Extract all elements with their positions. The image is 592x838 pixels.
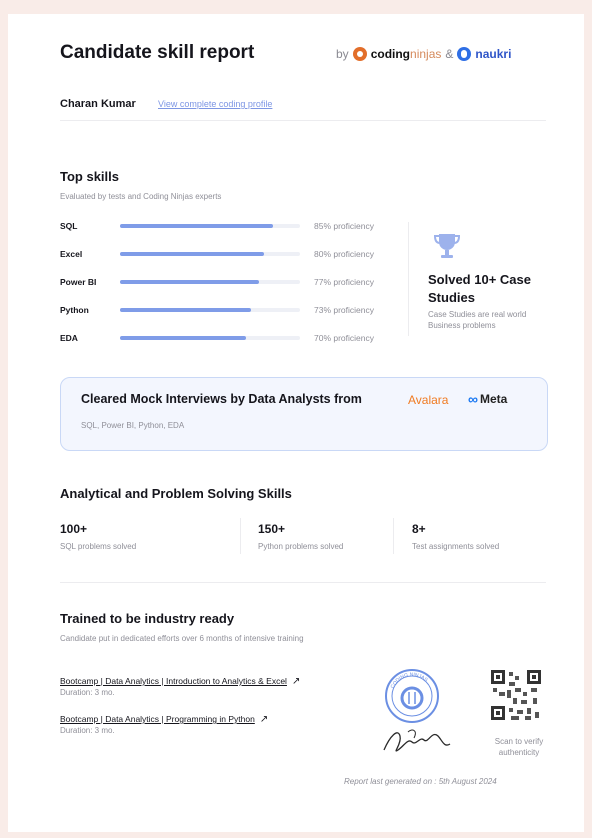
stat-label: Python problems solved xyxy=(258,542,344,551)
stat-label: SQL problems solved xyxy=(60,542,137,551)
divider xyxy=(393,518,394,554)
coding-profile-link[interactable]: View complete coding profile xyxy=(158,99,272,109)
trophy-icon xyxy=(432,230,462,265)
skill-name: SQL xyxy=(60,221,78,231)
naukri-logo-icon xyxy=(457,47,472,61)
case-studies-subtitle: Case Studies are real world Business pro… xyxy=(428,310,527,330)
top-skills-subtitle: Evaluated by tests and Coding Ninjas exp… xyxy=(60,192,222,201)
by-text: by xyxy=(336,47,349,61)
proficiency-label: 70% proficiency xyxy=(314,333,375,343)
mock-interviews-card: Cleared Mock Interviews by Data Analysts… xyxy=(60,377,548,451)
skill-name: Power BI xyxy=(60,277,97,287)
proficiency-label: 85% proficiency xyxy=(314,221,375,231)
proficiency-bar-fill xyxy=(120,280,259,284)
course-link[interactable]: Bootcamp | Data Analytics | Introduction… xyxy=(60,676,287,686)
stat-value: 150+ xyxy=(258,522,286,536)
divider xyxy=(60,582,546,583)
course-link[interactable]: Bootcamp | Data Analytics | Programming … xyxy=(60,714,255,724)
proficiency-bar xyxy=(120,224,300,228)
skill-row: SQL 85% proficiency xyxy=(60,219,400,233)
proficiency-bar-fill xyxy=(120,252,264,256)
proficiency-label: 77% proficiency xyxy=(314,277,375,287)
mock-interviews-title: Cleared Mock Interviews by Data Analysts… xyxy=(81,392,362,406)
external-link-icon[interactable]: ↗ xyxy=(292,676,300,687)
brand-logos: by codingninjas & naukri xyxy=(336,47,511,61)
proficiency-bar-fill xyxy=(120,224,273,228)
course-item: Bootcamp | Data Analytics | Programming … xyxy=(60,709,268,727)
divider xyxy=(240,518,241,554)
meta-wordmark: Meta xyxy=(479,392,508,406)
skill-name: EDA xyxy=(60,333,78,343)
stat-value: 8+ xyxy=(412,522,426,536)
course-duration: Duration: 3 mo. xyxy=(60,726,115,735)
skill-name: Excel xyxy=(60,249,83,259)
proficiency-bar xyxy=(120,308,300,312)
report-generated-date: Report last generated on : 5th August 20… xyxy=(344,777,497,786)
proficiency-label: 73% proficiency xyxy=(314,305,375,315)
proficiency-bar xyxy=(120,252,300,256)
analytical-title: Analytical and Problem Solving Skills xyxy=(60,486,292,501)
avalara-logo: Avalara xyxy=(408,393,449,407)
stat-label: Test assignments solved xyxy=(412,542,500,551)
qr-code[interactable] xyxy=(491,670,541,720)
stat-value: 100+ xyxy=(60,522,88,536)
proficiency-label: 80% proficiency xyxy=(314,249,375,259)
skill-row: Power BI 77% proficiency xyxy=(60,275,400,289)
page-title: Candidate skill report xyxy=(60,42,255,63)
coding-ninjas-logo-icon xyxy=(352,47,367,61)
skill-row: Excel 80% proficiency xyxy=(60,247,400,261)
mock-interviews-subtitle: SQL, Power BI, Python, EDA xyxy=(81,421,185,430)
meta-logo: ∞ Meta xyxy=(468,391,507,407)
skill-row: Python 73% proficiency xyxy=(60,303,400,317)
case-studies-title: Solved 10+ Case Studies xyxy=(428,272,531,305)
training-title: Trained to be industry ready xyxy=(60,611,235,626)
coding-ninjas-seal: CODING NINJAS xyxy=(383,669,451,752)
proficiency-bar xyxy=(120,336,300,340)
skill-row: EDA 70% proficiency xyxy=(60,331,400,345)
scan-to-verify-text: Scan to verify authenticity xyxy=(494,737,544,757)
seal-and-signature: CODING NINJAS xyxy=(378,666,464,771)
divider xyxy=(408,222,409,336)
proficiency-bar-fill xyxy=(120,308,252,312)
course-item: Bootcamp | Data Analytics | Introduction… xyxy=(60,671,300,689)
coding-ninjas-wordmark: codingninjas xyxy=(370,47,442,61)
proficiency-bar-fill xyxy=(120,336,246,340)
skill-name: Python xyxy=(60,305,89,315)
candidate-name: Charan Kumar xyxy=(60,98,136,110)
report-page: Candidate skill report by codingninjas &… xyxy=(8,14,584,832)
external-link-icon[interactable]: ↗ xyxy=(260,714,268,725)
naukri-wordmark: naukri xyxy=(475,47,512,61)
proficiency-bar xyxy=(120,280,300,284)
course-duration: Duration: 3 mo. xyxy=(60,688,115,697)
top-skills-title: Top skills xyxy=(60,169,119,184)
training-subtitle: Candidate put in dedicated efforts over … xyxy=(60,634,304,643)
ampersand: & xyxy=(445,47,454,61)
divider xyxy=(60,120,546,121)
meta-infinity-icon: ∞ xyxy=(468,391,478,407)
